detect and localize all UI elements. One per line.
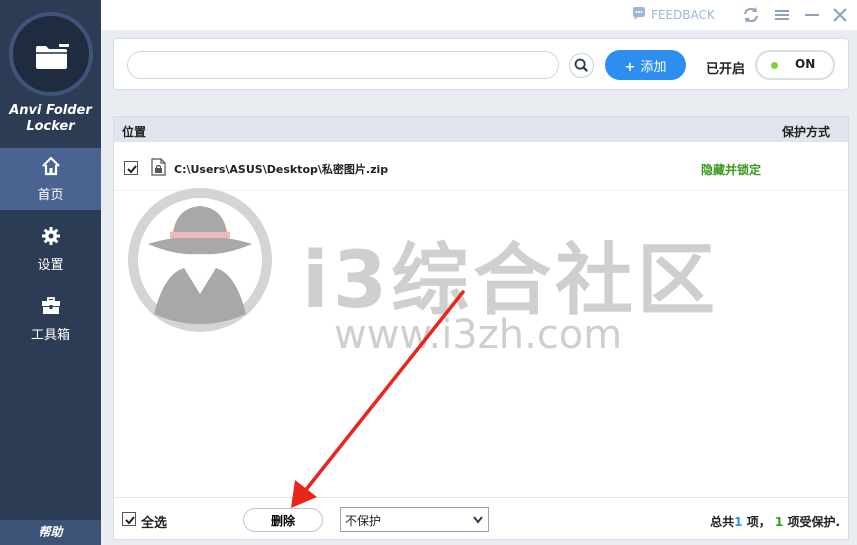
protection-status-label: 已开启	[706, 62, 746, 77]
chevron-down-icon	[473, 516, 483, 524]
toggle-label: ON	[795, 57, 816, 71]
minimize-icon	[805, 14, 819, 16]
protection-toggle[interactable]: ON	[755, 50, 835, 80]
search-icon	[574, 58, 588, 72]
row-checkbox[interactable]	[124, 161, 138, 175]
search-button[interactable]	[569, 53, 594, 78]
refresh-button[interactable]	[741, 5, 761, 25]
menu-button[interactable]	[772, 5, 792, 25]
watermark-url: www.i3zh.com	[334, 312, 623, 358]
protection-mode-value: 不保护	[345, 514, 382, 528]
plus-icon: +	[624, 59, 636, 75]
protection-mode-select[interactable]: 不保护	[340, 507, 489, 532]
column-header-location: 位置	[122, 125, 147, 139]
watermark: i3综合社区 www.i3zh.com	[122, 182, 722, 362]
table-row[interactable]: C:\Users\ASUS\Desktop\私密图片.zip 隐藏并锁定	[114, 149, 848, 191]
sidebar-item-label: 首页	[37, 188, 64, 203]
status-dot-icon	[771, 62, 778, 69]
minimize-button[interactable]	[802, 5, 822, 25]
column-header-protection: 保护方式	[781, 125, 830, 139]
table-header: 位置 保护方式	[114, 117, 848, 142]
locked-file-icon	[151, 158, 166, 176]
total-count: 1	[734, 515, 743, 529]
toolbox-icon	[42, 297, 60, 314]
watermark-title: i3综合社区	[302, 236, 720, 326]
home-icon	[42, 156, 60, 176]
protection-type: 隐藏并锁定	[701, 163, 762, 177]
chat-bubble-icon	[633, 7, 645, 20]
checkmark-icon	[125, 516, 135, 525]
sidebar-item-settings[interactable]: 设置	[0, 218, 101, 280]
close-icon	[833, 8, 847, 22]
gear-icon	[42, 227, 60, 245]
sidebar: Anvi Folder Locker 首页 设置 工具箱 帮助	[0, 0, 101, 545]
spy-logo-icon	[128, 188, 272, 332]
title-bar: FEEDBACK	[101, 0, 857, 30]
help-button[interactable]: 帮助	[0, 520, 101, 545]
menu-icon	[775, 10, 789, 20]
sidebar-item-label: 工具箱	[30, 328, 70, 343]
summary-text: 总共1 项， 1 项受保护.	[710, 513, 840, 530]
app-name-line2: Locker	[26, 119, 75, 134]
sidebar-item-label: 设置	[37, 258, 64, 273]
close-button[interactable]	[830, 5, 850, 25]
app-logo	[9, 12, 93, 96]
add-button-label: 添加	[640, 59, 667, 75]
add-button[interactable]: + 添加	[605, 50, 686, 80]
select-all-box[interactable]	[122, 512, 136, 526]
delete-button[interactable]: 删除	[243, 508, 323, 532]
list-footer: 全选 删除 不保护 总共1 项， 1 项受保护.	[114, 497, 848, 539]
top-toolbar: + 添加 已开启 ON	[113, 38, 849, 90]
checkmark-icon	[127, 165, 137, 174]
summary-mid: 项，	[746, 515, 771, 529]
sidebar-item-home[interactable]: 首页	[0, 148, 101, 210]
sidebar-item-toolbox[interactable]: 工具箱	[0, 288, 101, 350]
file-path: C:\Users\ASUS\Desktop\私密图片.zip	[174, 163, 389, 176]
select-all-label: 全选	[141, 516, 168, 531]
feedback-link[interactable]: FEEDBACK	[631, 6, 715, 24]
file-list-panel: 位置 保护方式 C:\Users\ASUS\Desktop\私密图片.zip 隐…	[113, 116, 849, 540]
app-name: Anvi Folder Locker	[0, 103, 101, 135]
summary-suffix: 项受保护.	[787, 515, 840, 529]
search-input[interactable]	[127, 51, 559, 79]
feedback-label: FEEDBACK	[651, 8, 715, 22]
protected-count: 1	[774, 515, 784, 529]
refresh-icon	[744, 7, 758, 23]
folder-lock-icon	[36, 44, 69, 69]
app-name-line1: Anvi Folder	[9, 103, 92, 118]
summary-prefix: 总共	[710, 515, 735, 529]
